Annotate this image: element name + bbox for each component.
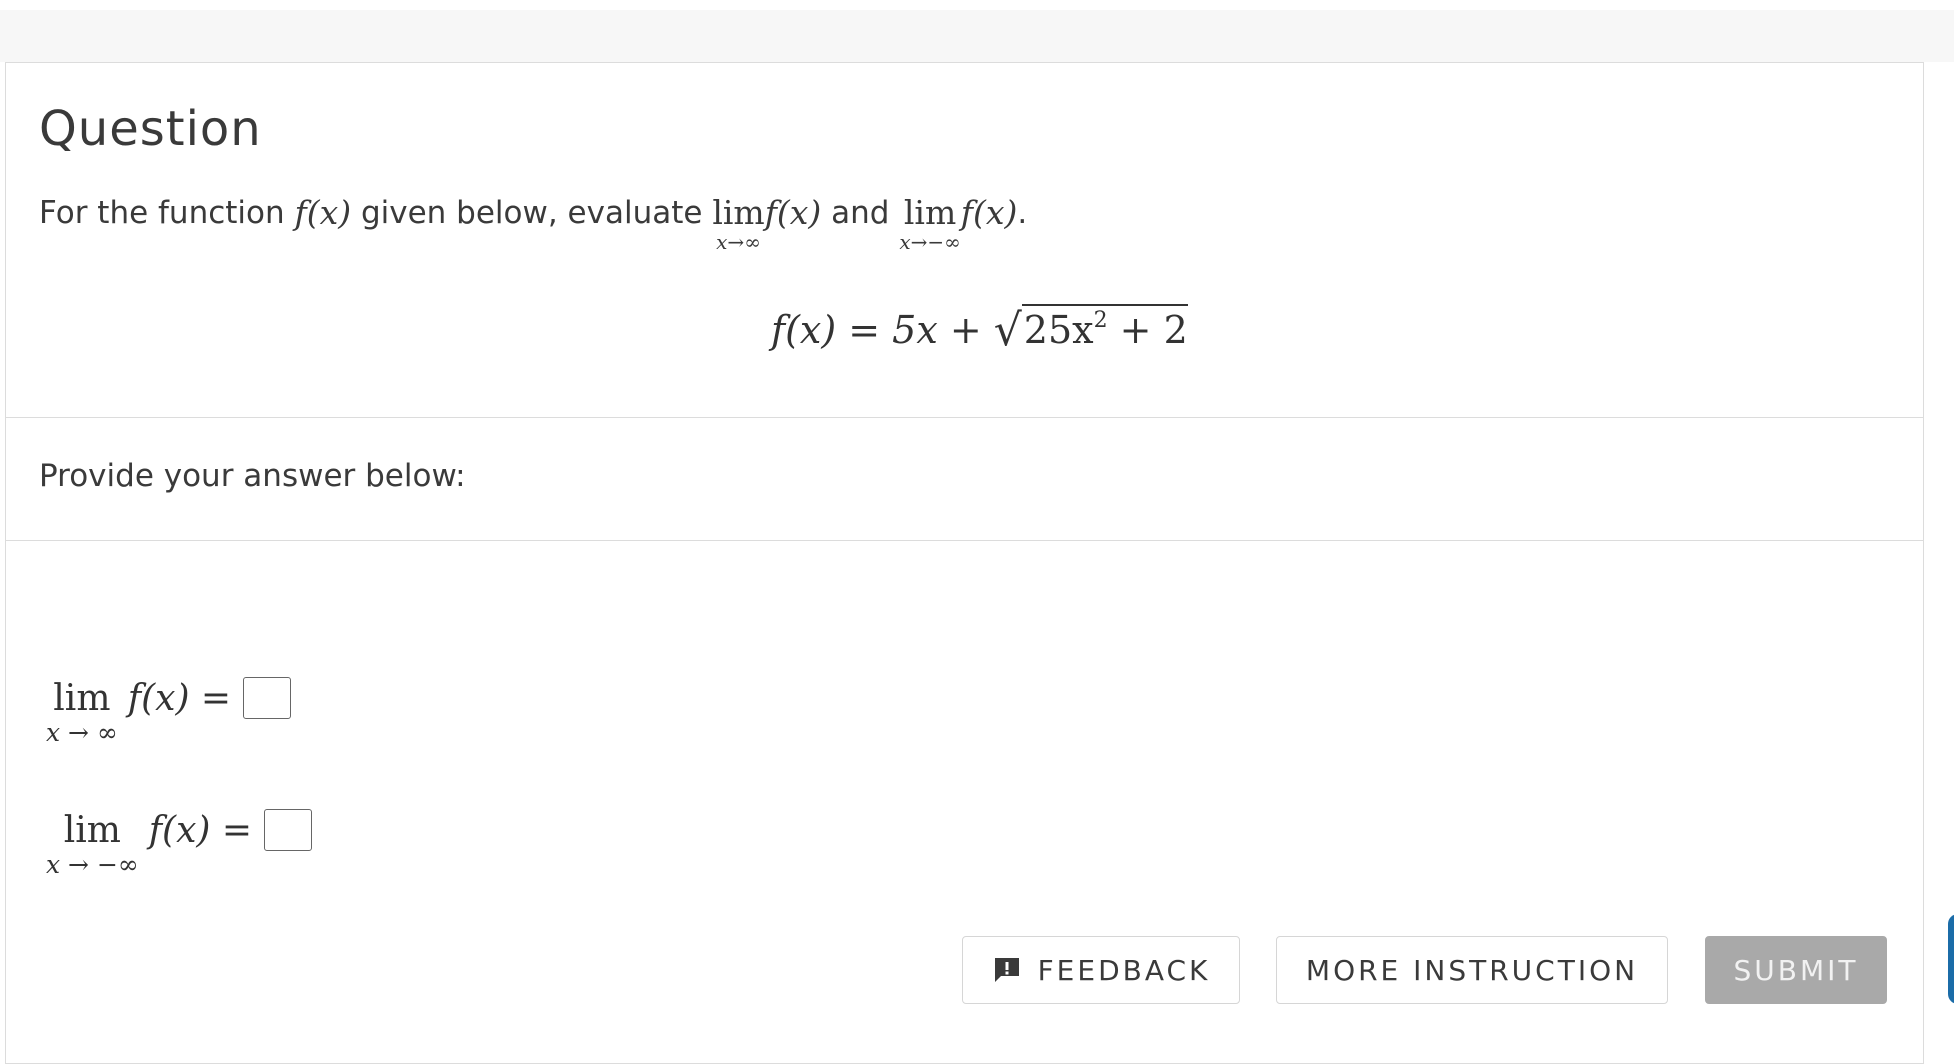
exponent: 2 — [1093, 308, 1108, 333]
question-title: Question — [39, 101, 262, 157]
provide-answer-section: Provide your answer below: — [6, 418, 1923, 541]
lim-word: lim — [712, 193, 765, 232]
lim-subscript: x→−∞ — [899, 230, 961, 254]
lim-subscript: x → −∞ — [46, 850, 139, 879]
prompt-mid: given below, evaluate — [351, 195, 713, 231]
more-instruction-button[interactable]: MORE INSTRUCTION — [1276, 936, 1668, 1004]
question-card: Question For the function f(x) given bel… — [5, 62, 1924, 1064]
prompt-end: . — [1017, 195, 1028, 231]
limit-function: f(x) — [960, 193, 1018, 232]
feedback-label: FEEDBACK — [1037, 953, 1211, 987]
header-strip — [0, 10, 1954, 62]
lim-word: lim — [53, 678, 111, 719]
answer-row-positive: lim x → ∞ f(x) = — [46, 677, 292, 747]
more-instruction-label: MORE INSTRUCTION — [1305, 953, 1639, 987]
limit-negative-infinity: lim x→−∞ — [899, 193, 961, 254]
prompt-prefix: For the function — [39, 195, 295, 231]
lim-subscript: x → ∞ — [46, 718, 118, 747]
radicand-term: 25x — [1023, 308, 1094, 352]
answer-input-negative-infinity[interactable] — [264, 809, 313, 851]
square-root: √25x2 + 2 — [993, 303, 1188, 356]
side-tab[interactable] — [1948, 914, 1954, 1004]
limit-expression: lim x → −∞ — [46, 811, 139, 879]
lim-subscript: x→∞ — [716, 230, 761, 254]
limit-expression: lim x → ∞ — [46, 679, 118, 747]
radical-icon: √ — [993, 305, 1022, 356]
limit-rhs: f(x) = — [148, 810, 253, 851]
radicand-tail: + 2 — [1107, 308, 1188, 352]
provide-answer-label: Provide your answer below: — [39, 458, 466, 494]
feedback-exclamation-icon — [992, 955, 1022, 985]
radicand: 25x2 + 2 — [1021, 304, 1188, 352]
prompt-and: and — [821, 195, 900, 231]
function-equation: f(x) = 5x + √25x2 + 2 — [771, 303, 1188, 356]
prompt-function: f(x) — [294, 193, 352, 232]
lim-word: lim — [63, 810, 121, 851]
answer-row-negative: lim x → −∞ f(x) = — [46, 809, 313, 879]
limit-function: f(x) — [764, 193, 822, 232]
feedback-button[interactable]: FEEDBACK — [962, 936, 1240, 1004]
answer-input-positive-infinity[interactable] — [243, 677, 292, 719]
top-bar — [0, 0, 1954, 10]
submit-button[interactable]: SUBMIT — [1705, 936, 1887, 1004]
question-prompt: For the function f(x) given below, evalu… — [39, 195, 1027, 255]
lim-word: lim — [903, 193, 957, 232]
limit-positive-infinity: lim x→∞ — [712, 193, 765, 254]
equation-lhs: f(x) = 5x + — [771, 308, 994, 352]
limit-rhs: f(x) = — [127, 678, 232, 719]
question-section: Question For the function f(x) given bel… — [6, 63, 1923, 418]
submit-label: SUBMIT — [1733, 953, 1859, 987]
